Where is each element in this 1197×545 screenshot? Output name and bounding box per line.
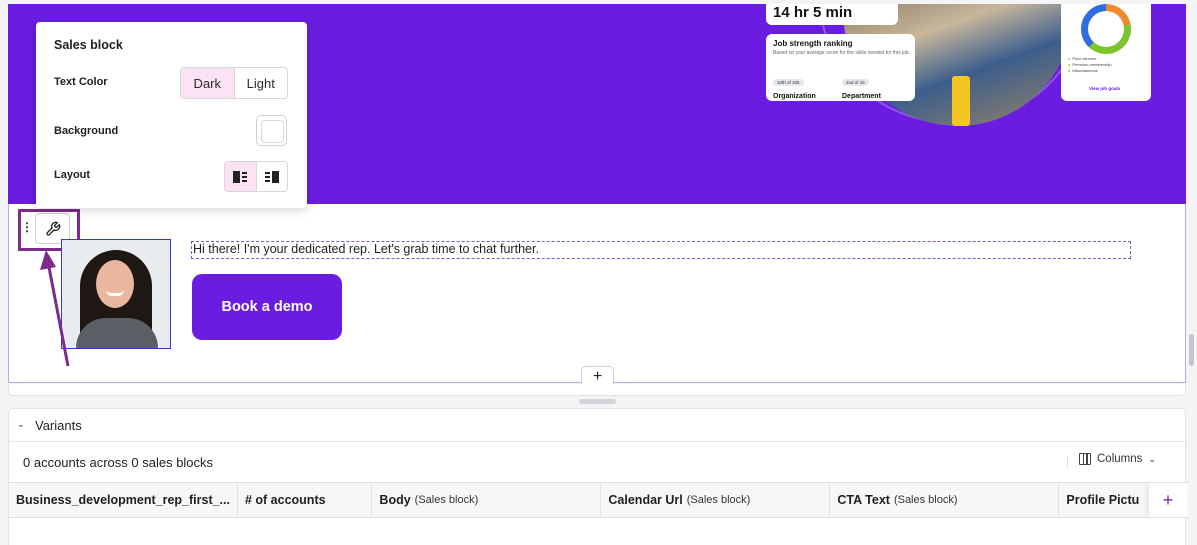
text-color-light-option[interactable]: Light — [233, 68, 288, 98]
column-header[interactable]: CTA Text (Sales block) — [830, 483, 1060, 517]
layout-label: Layout — [54, 169, 91, 181]
columns-icon — [1079, 453, 1091, 465]
toolbar-divider — [1067, 457, 1068, 468]
org-rank-pill: 10th of 105 — [773, 79, 804, 86]
text-color-toggle: Dark Light — [180, 67, 288, 99]
job-goals-card: Price winners Premium membership Miscell… — [1061, 4, 1151, 101]
sales-block-body-text[interactable]: Hi there! I'm your dedicated rep. Let's … — [191, 241, 1131, 259]
sales-block-canvas — [8, 204, 1186, 383]
variants-title: Variants — [35, 418, 82, 433]
job-strength-card: Job strength ranking Based on your avera… — [766, 34, 915, 101]
rank-card-title: Job strength ranking — [773, 39, 853, 48]
chevron-down-icon[interactable]: ⌄ — [17, 419, 25, 430]
chevron-down-icon: ⌄ — [1148, 453, 1156, 464]
scrollbar-thumb[interactable] — [1189, 334, 1194, 366]
add-block-button[interactable]: + — [581, 366, 614, 384]
legend-item: Miscellaneous — [1068, 68, 1098, 73]
layout-image-right-icon — [264, 170, 279, 183]
annotation-arrow-icon — [40, 250, 70, 367]
panel-title: Sales block — [54, 38, 123, 52]
background-label: Background — [54, 125, 119, 137]
add-column-button[interactable]: + — [1149, 482, 1187, 518]
org-rank-label: Organization — [773, 93, 816, 100]
variants-summary: 0 accounts across 0 sales blocks — [23, 455, 214, 470]
text-color-label: Text Color — [54, 76, 108, 88]
variants-panel: ⌄ Variants 0 accounts across 0 sales blo… — [8, 408, 1187, 545]
time-card: 14 hr 5 min — [766, 4, 898, 25]
editor-page: 14 hr 5 min Job strength ranking Based o… — [0, 0, 1197, 545]
donut-chart-graphic — [1081, 4, 1131, 54]
dept-rank-pill: 2nd of 15 — [842, 79, 869, 86]
view-job-goals-link: View job goals — [1089, 86, 1121, 91]
column-header[interactable]: Business_development_rep_first_... — [9, 483, 238, 517]
layout-toggle — [224, 161, 288, 192]
variants-table-header: Business_development_rep_first_... # of … — [9, 482, 1149, 518]
layout-image-left-option[interactable] — [225, 162, 256, 191]
panel-splitter — [8, 384, 1186, 396]
resize-handle[interactable] — [579, 399, 616, 404]
columns-label: Columns — [1097, 453, 1143, 465]
legend-item: Premium membership — [1068, 62, 1112, 67]
dept-rank-label: Department — [842, 93, 881, 100]
columns-button[interactable]: Columns ⌄ — [1079, 453, 1156, 465]
variants-header[interactable]: ⌄ Variants — [9, 409, 1185, 442]
layout-image-right-option[interactable] — [255, 162, 288, 191]
goal-legend: Price winners Premium membership Miscell… — [1068, 56, 1112, 74]
layout-image-left-icon — [233, 170, 248, 183]
column-header[interactable]: Body (Sales block) — [372, 483, 602, 517]
column-header[interactable]: Profile Pictu — [1059, 483, 1149, 517]
text-color-dark-option[interactable]: Dark — [181, 68, 234, 98]
legend-item: Price winners — [1068, 56, 1096, 61]
column-header[interactable]: Calendar Url (Sales block) — [601, 483, 831, 517]
background-color-swatch[interactable] — [256, 115, 287, 146]
rank-card-subtitle: Based on your average score for the skil… — [773, 50, 911, 56]
hero-badge-graphic — [952, 76, 970, 126]
book-demo-button[interactable]: Book a demo — [192, 274, 342, 340]
sales-block-settings-panel: Sales block Text Color Dark Light Backgr… — [36, 22, 307, 208]
column-header[interactable]: # of accounts — [238, 483, 373, 517]
